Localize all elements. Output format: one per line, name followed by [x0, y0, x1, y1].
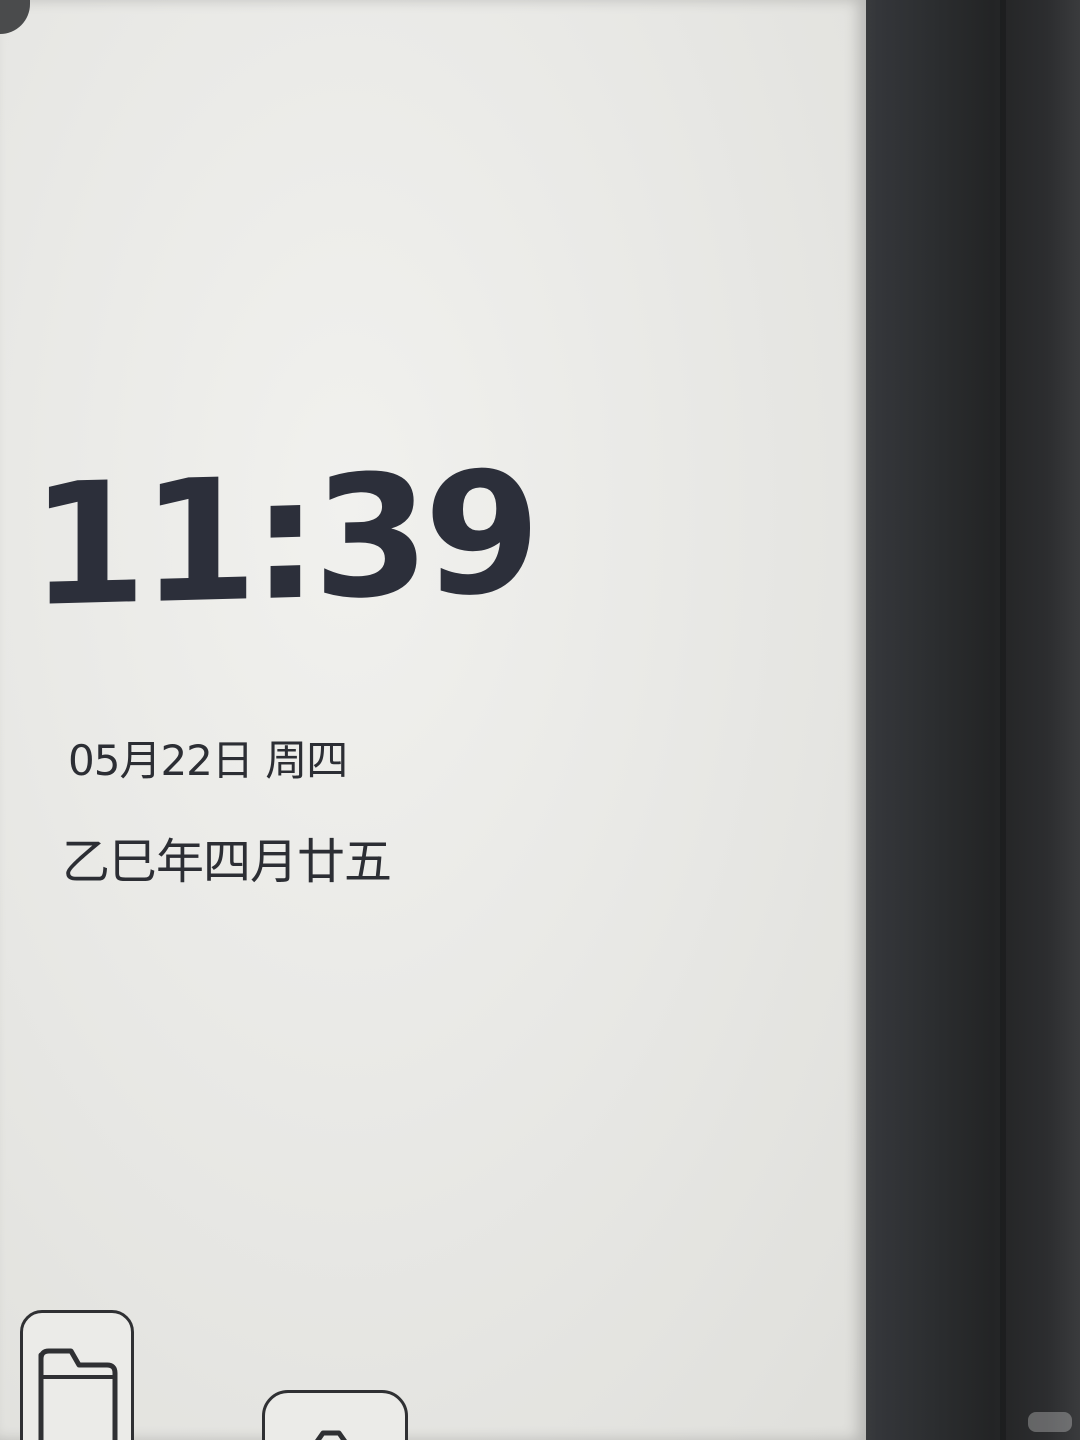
date-label: 05月22日 周四 [68, 736, 348, 785]
clock-time: 11:39 [30, 434, 535, 644]
folder-icon [38, 1348, 118, 1440]
eink-screen: 11:39 05月22日 周四 乙巳年四月廿五 [0, 0, 866, 1440]
device-bezel [860, 0, 1080, 1440]
app-icon [315, 1430, 347, 1440]
second-app-button[interactable] [262, 1390, 408, 1440]
screen-corner [0, 0, 30, 34]
lunar-date-label: 乙巳年四月廿五 [62, 834, 392, 890]
photo-scene: 11:39 05月22日 周四 乙巳年四月廿五 [0, 0, 1080, 1440]
bezel-edge [1000, 0, 1006, 1440]
folder-app-button[interactable] [20, 1310, 134, 1440]
watermark-badge [1028, 1412, 1072, 1432]
